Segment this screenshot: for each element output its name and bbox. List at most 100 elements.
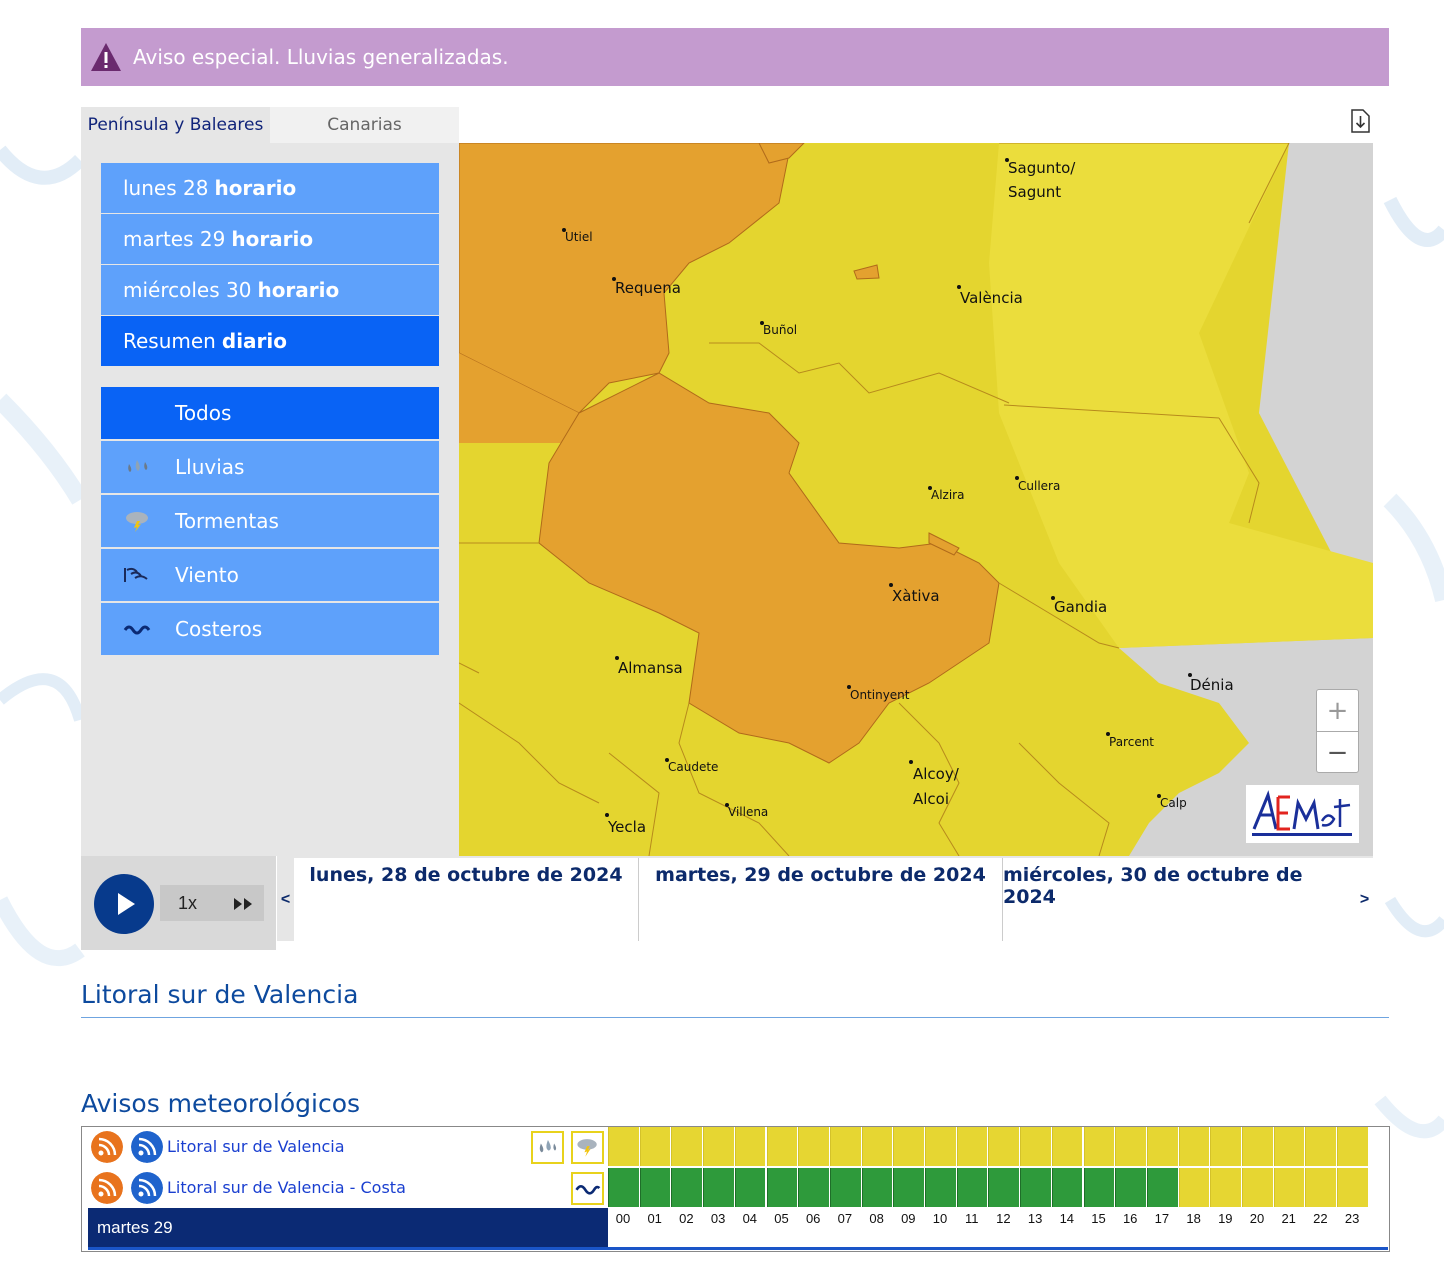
timeline-day-label: lunes, 28 de octubre de 2024: [309, 864, 623, 886]
hour-cell: [1210, 1127, 1241, 1166]
city-dot: [605, 813, 609, 817]
zoom-out-button[interactable]: −: [1317, 732, 1358, 773]
hour-cell: [608, 1168, 639, 1207]
hour-label: 17: [1154, 1211, 1170, 1226]
filter-label: Todos: [175, 401, 232, 425]
rain-icon: [531, 1131, 564, 1164]
day-button-resumen-diario[interactable]: Resumen diario: [101, 316, 439, 366]
city-yecla: Yecla: [608, 818, 647, 836]
warnings-map[interactable]: Sagunto/ Sagunt Utiel Requena València B…: [459, 143, 1373, 856]
hour-cell: [703, 1168, 734, 1207]
day-suffix: horario: [214, 176, 297, 200]
day-button-martes-29[interactable]: martes 29 horario: [101, 214, 439, 264]
hour-cell: [829, 1168, 861, 1207]
city-utiel: Utiel: [565, 230, 593, 244]
filter-tormentas[interactable]: Tormentas: [101, 495, 439, 547]
hour-label: 00: [615, 1211, 631, 1226]
day-row-text: martes 29: [97, 1218, 173, 1237]
filter-lluvias[interactable]: Lluvias: [101, 441, 439, 493]
hour-cell: [1146, 1127, 1178, 1166]
hour-label: 10: [932, 1211, 948, 1226]
timeline-day-lunes[interactable]: lunes, 28 de octubre de 2024: [294, 858, 639, 941]
hour-cell: [956, 1127, 988, 1166]
hour-label: 04: [742, 1211, 758, 1226]
city-valencia: València: [960, 289, 1023, 307]
animation-player: 1x: [81, 856, 276, 950]
day-label: martes 29: [123, 227, 226, 251]
hour-label: 14: [1059, 1211, 1075, 1226]
warnings-title: Avisos meteorológicos: [81, 1089, 361, 1118]
timeline-day-miercoles[interactable]: miércoles, 30 de octubre de 2024: [1003, 858, 1356, 941]
day-button-lunes-28[interactable]: lunes 28 horario: [101, 163, 439, 213]
hour-cell: [1242, 1127, 1273, 1166]
city-alcoi: Alcoi: [913, 790, 950, 808]
city-alcoy: Alcoy/: [913, 765, 959, 783]
play-icon: [118, 893, 135, 915]
rss-blue-icon[interactable]: [131, 1131, 163, 1163]
city-caudete: Caudete: [668, 760, 719, 774]
day-suffix: horario: [231, 227, 314, 251]
hour-label: 15: [1091, 1211, 1106, 1226]
day-suffix: diario: [221, 329, 288, 353]
hour-cell: [925, 1127, 956, 1166]
hour-cell: [1020, 1127, 1051, 1166]
hour-label: 23: [1344, 1211, 1360, 1226]
storm-icon: [571, 1131, 604, 1164]
speed-label: 1x: [178, 892, 198, 913]
filter-todos[interactable]: Todos: [101, 387, 439, 439]
zoom-in-button[interactable]: +: [1317, 690, 1358, 732]
hour-cell: [1178, 1127, 1210, 1166]
city-denia: Dénia: [1190, 676, 1234, 694]
hour-cell: [671, 1168, 703, 1207]
play-button[interactable]: [94, 874, 154, 934]
left-panel: lunes 28 horario martes 29 horario miércol…: [81, 143, 459, 856]
day-label: Resumen: [123, 329, 216, 353]
filter-label: Lluvias: [175, 455, 245, 479]
timeline-next-button[interactable]: >: [1356, 858, 1373, 941]
hour-cell: [861, 1127, 893, 1166]
hour-cell: [1305, 1127, 1337, 1166]
filter-costeros[interactable]: Costeros: [101, 603, 439, 655]
city-xativa: Xàtiva: [892, 587, 940, 605]
special-alert-banner: Aviso especial. Lluvias generalizadas.: [81, 28, 1389, 86]
zone-link-litoral-sur-costa[interactable]: Litoral sur de Valencia - Costa: [167, 1178, 406, 1197]
tab-canarias[interactable]: Canarias: [270, 107, 459, 143]
tab-peninsula-baleares[interactable]: Península y Baleares: [81, 107, 270, 143]
hour-cell: [1273, 1127, 1305, 1166]
filter-viento[interactable]: Viento: [101, 549, 439, 601]
rss-blue-icon[interactable]: [131, 1172, 163, 1204]
hour-cell: [639, 1168, 671, 1207]
city-requena: Requena: [615, 279, 681, 297]
region-tabs: Península y Baleares Canarias: [81, 107, 459, 143]
hour-label: 08: [869, 1211, 884, 1226]
hour-label: 01: [647, 1211, 662, 1226]
rss-icon[interactable]: [91, 1172, 123, 1204]
bottom-bar: [88, 1247, 1388, 1250]
hour-label: 06: [805, 1211, 821, 1226]
hour-label: 20: [1249, 1211, 1265, 1226]
timeline-day-label: martes, 29 de octubre de 2024: [655, 864, 986, 886]
hour-cell: [1242, 1168, 1273, 1207]
hour-cell: [861, 1168, 893, 1207]
hour-cell: [988, 1127, 1020, 1166]
fast-forward-icon[interactable]: [232, 896, 256, 912]
timeline-prev-button[interactable]: <: [277, 858, 294, 941]
hour-cell: [734, 1127, 766, 1166]
hour-label: 03: [710, 1211, 726, 1226]
waves-icon: [123, 625, 151, 635]
hour-cell: [1337, 1127, 1368, 1166]
hour-label: 12: [996, 1211, 1011, 1226]
day-button-miercoles-30[interactable]: miércoles 30 horario: [101, 265, 439, 315]
day-row-label: martes 29: [88, 1208, 608, 1248]
timeline-day-martes[interactable]: martes, 29 de octubre de 2024: [639, 858, 1003, 941]
hour-cell: [1083, 1127, 1115, 1166]
speed-control[interactable]: 1x: [160, 885, 264, 921]
day-label: miércoles 30: [123, 278, 252, 302]
map-regions: [459, 143, 1373, 856]
city-sagunto: Sagunto/: [1008, 159, 1076, 177]
rss-icon[interactable]: [91, 1131, 123, 1163]
aemet-logo: [1246, 785, 1359, 843]
download-icon[interactable]: [1349, 108, 1371, 134]
zone-link-litoral-sur[interactable]: Litoral sur de Valencia: [167, 1137, 345, 1156]
hour-cell: [1273, 1168, 1305, 1207]
